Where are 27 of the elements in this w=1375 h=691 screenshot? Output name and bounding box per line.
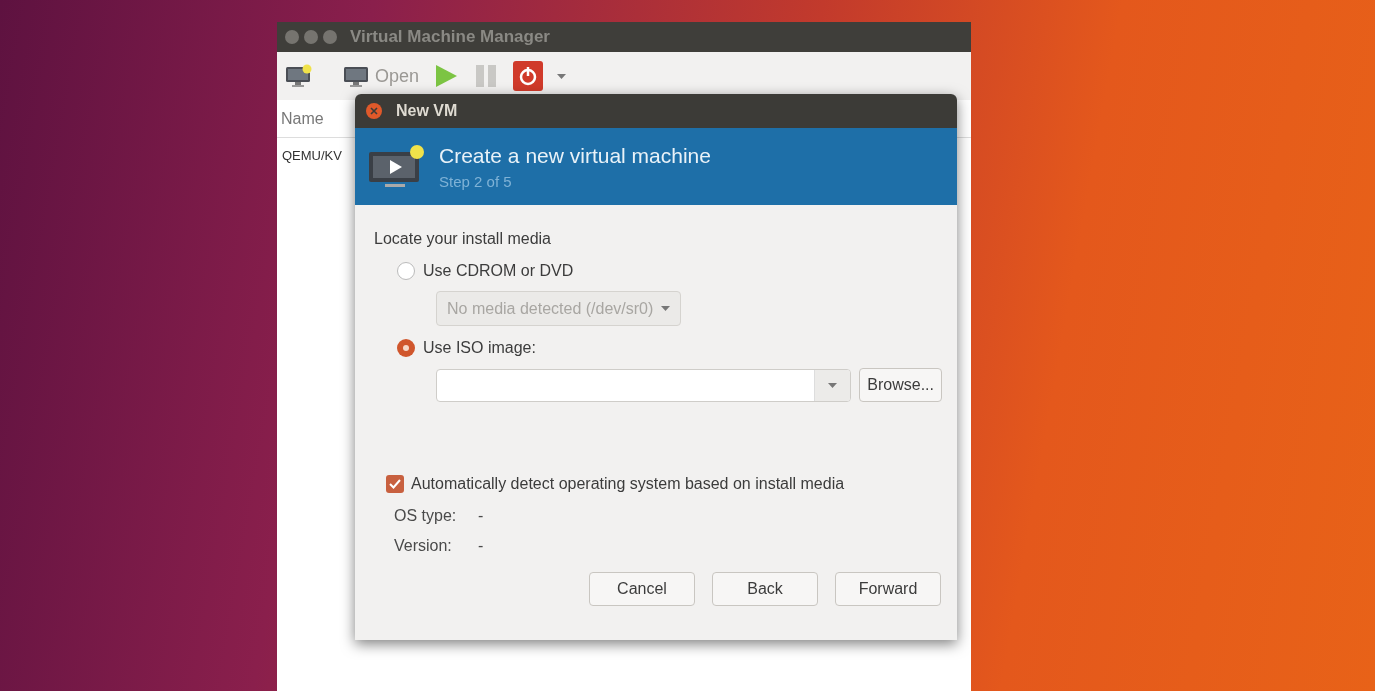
dialog-button[interactable]: Back [712, 572, 818, 606]
dialog-heading: Create a new virtual machine [439, 142, 711, 169]
connection-row[interactable]: QEMU/KV [282, 146, 342, 166]
column-header[interactable]: Name [281, 106, 324, 131]
caret-icon [661, 306, 671, 311]
radio-button[interactable] [397, 262, 415, 280]
step-indicator: Step 2 of 5 [439, 172, 513, 192]
monitor-icon [343, 64, 371, 88]
menu-caret-icon [557, 73, 567, 79]
dialog-title: New VM [396, 101, 458, 121]
dialog-button[interactable]: Cancel [589, 572, 695, 606]
detail-label: Version: [394, 536, 453, 556]
dialog-button[interactable]: Forward [835, 572, 941, 606]
section-label: Locate your install media [374, 229, 552, 249]
power-icon[interactable] [513, 61, 544, 91]
auto-detect-checkbox[interactable]: Automatically detect operating system based on install media [374, 472, 957, 496]
detail-value: - [478, 536, 484, 556]
checkbox[interactable] [386, 475, 404, 493]
dropdown-caret-icon [828, 382, 838, 388]
detail-value: - [478, 506, 484, 526]
window-title: Virtual Machine Manager [350, 26, 550, 49]
detail-label: OS type: [394, 506, 458, 526]
new-vm-monitor-icon [285, 64, 313, 88]
radio-option[interactable]: Use ISO image: [374, 336, 957, 360]
radio-option[interactable]: Use CDROM or DVD [374, 259, 957, 283]
radio-button[interactable] [397, 339, 415, 357]
browse-button[interactable]: Browse... [859, 368, 942, 402]
